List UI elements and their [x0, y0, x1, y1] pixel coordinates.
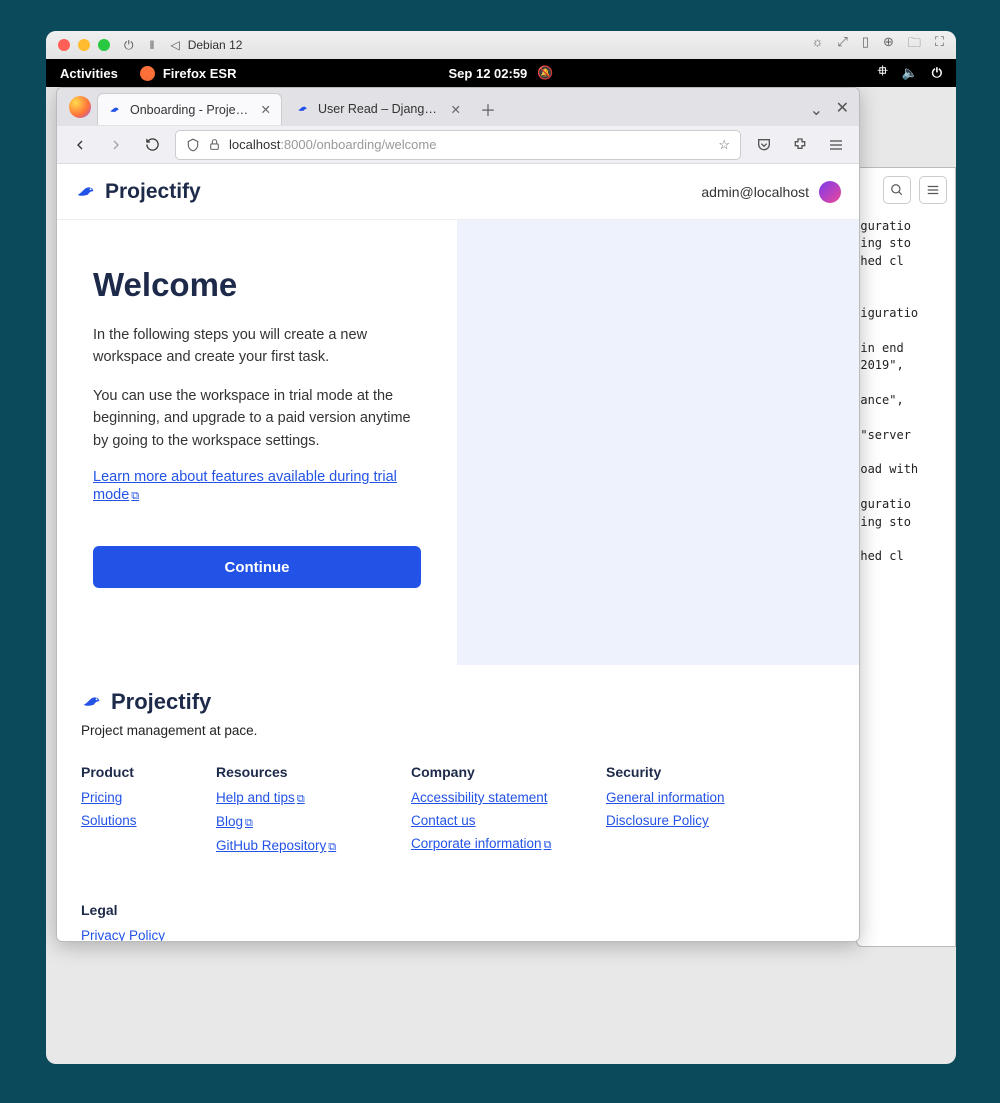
maximize-window-button[interactable] — [98, 39, 110, 51]
vm-title: Debian 12 — [188, 38, 243, 52]
volume-icon[interactable]: 🔈 — [902, 65, 918, 81]
firefox-icon — [140, 66, 155, 81]
globe-icon[interactable]: ⊕ — [883, 34, 894, 56]
url-text: localhost:8000/onboarding/welcome — [229, 137, 436, 152]
tab-strip: Onboarding - Projectify ✕ User Read – Dj… — [57, 88, 859, 126]
network-icon[interactable]: ⯐ — [878, 62, 888, 84]
footer-link-blog[interactable]: Blog⧉ — [216, 814, 371, 830]
footer-link-solutions[interactable]: Solutions — [81, 813, 176, 828]
intro-paragraph-2: You can use the workspace in trial mode … — [93, 385, 421, 452]
close-window-button[interactable] — [58, 39, 70, 51]
footer-link-pricing[interactable]: Pricing — [81, 790, 176, 805]
footer-link-corporate[interactable]: Corporate information⧉ — [411, 836, 566, 852]
minimize-window-button[interactable] — [78, 39, 90, 51]
pause-icon[interactable]: ‖ — [150, 38, 155, 53]
device-icon[interactable]: ▯ — [862, 34, 869, 56]
reload-button[interactable] — [139, 132, 165, 158]
footer-link-help[interactable]: Help and tips⧉ — [216, 790, 371, 806]
folder-icon[interactable]: 🗀 — [908, 34, 921, 56]
app-header: Projectify admin@localhost — [57, 164, 859, 220]
learn-more-link[interactable]: Learn more about features available duri… — [93, 469, 397, 503]
user-email[interactable]: admin@localhost — [701, 184, 809, 200]
power-menu-icon[interactable]: ⏻ — [932, 65, 942, 81]
tab-title: User Read – Django REST — [318, 102, 443, 116]
intro-paragraph-1: In the following steps you will create a… — [93, 324, 421, 369]
tab-list-button[interactable]: ⌄ — [810, 100, 823, 120]
back-icon[interactable]: ◁ — [170, 38, 179, 53]
clock[interactable]: Sep 12 02:59 — [449, 66, 528, 81]
firefox-logo-icon — [69, 96, 91, 118]
lock-icon — [208, 138, 221, 151]
nav-forward-button[interactable] — [103, 132, 129, 158]
fullscreen-icon[interactable]: ⛶ — [935, 34, 944, 56]
footer-link-github[interactable]: GitHub Repository⧉ — [216, 838, 371, 854]
extensions-button[interactable] — [787, 132, 813, 158]
footer: Projectify Project management at pace. P… — [57, 665, 859, 941]
hamburger-menu-button[interactable] — [919, 176, 947, 204]
page-title: Welcome — [93, 266, 421, 304]
toolbar: localhost:8000/onboarding/welcome ☆ — [57, 126, 859, 164]
background-window: configuratio "cleaning sto "finished cl … — [856, 167, 956, 947]
expand-icon[interactable]: ⤢ — [837, 34, 847, 56]
new-tab-button[interactable]: ＋ — [475, 96, 501, 122]
activities-button[interactable]: Activities — [60, 66, 118, 81]
footer-col-resources-title: Resources — [216, 764, 371, 780]
mac-titlebar: ⏻ ‖ ◁ Debian 12 ☼ ⤢ ▯ ⊕ 🗀 ⛶ — [46, 31, 956, 59]
footer-brand[interactable]: Projectify — [81, 689, 835, 715]
notifications-icon[interactable]: 🔕 — [537, 65, 553, 81]
nav-back-button[interactable] — [67, 132, 93, 158]
bird-icon — [75, 181, 97, 203]
footer-col-security-title: Security — [606, 764, 761, 780]
bookmark-star-icon[interactable]: ☆ — [718, 137, 730, 153]
tab-django[interactable]: User Read – Django REST ✕ — [286, 93, 471, 125]
footer-link-contact[interactable]: Contact us — [411, 813, 566, 828]
pocket-button[interactable] — [751, 132, 777, 158]
gnome-topbar: Activities Firefox ESR Sep 12 02:59 🔕 ⯐ … — [46, 59, 956, 87]
continue-button[interactable]: Continue — [93, 546, 421, 588]
close-tab-icon[interactable]: ✕ — [451, 102, 461, 117]
brightness-icon[interactable]: ☼ — [811, 34, 823, 56]
footer-link-accessibility[interactable]: Accessibility statement — [411, 790, 566, 805]
footer-col-legal-title: Legal — [81, 902, 236, 918]
bird-icon — [81, 691, 103, 713]
bird-icon — [296, 102, 310, 116]
bird-icon — [108, 103, 122, 117]
tab-onboarding[interactable]: Onboarding - Projectify ✕ — [97, 93, 282, 125]
footer-col-product-title: Product — [81, 764, 176, 780]
onboarding-illustration-area — [457, 220, 859, 665]
footer-link-disclosure[interactable]: Disclosure Policy — [606, 813, 761, 828]
footer-col-company-title: Company — [411, 764, 566, 780]
shield-icon — [186, 138, 200, 152]
tab-title: Onboarding - Projectify — [130, 103, 253, 117]
brand-logo[interactable]: Projectify — [75, 180, 201, 204]
power-icon[interactable]: ⏻ — [124, 38, 134, 53]
page-content: Projectify admin@localhost Welcome In th… — [57, 164, 859, 941]
footer-tagline: Project management at pace. — [81, 723, 835, 738]
close-tab-icon[interactable]: ✕ — [261, 102, 271, 117]
firefox-window: Onboarding - Projectify ✕ User Read – Dj… — [56, 87, 860, 942]
current-app-label[interactable]: Firefox ESR — [163, 66, 237, 81]
app-menu-button[interactable] — [823, 132, 849, 158]
url-bar[interactable]: localhost:8000/onboarding/welcome ☆ — [175, 130, 741, 160]
footer-link-privacy[interactable]: Privacy Policy — [81, 928, 236, 941]
close-window-x[interactable]: ✕ — [836, 98, 849, 118]
avatar[interactable] — [819, 181, 841, 203]
footer-link-security-general[interactable]: General information — [606, 790, 761, 805]
search-button[interactable] — [883, 176, 911, 204]
external-link-icon: ⧉ — [131, 490, 139, 502]
